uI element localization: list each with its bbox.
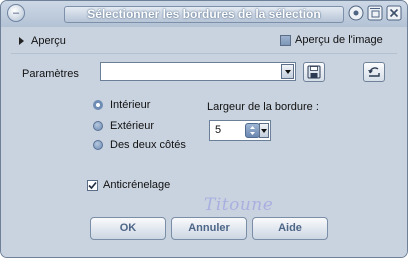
title-bar: – Sélectionner les bordures de la sélect… (1, 1, 407, 27)
radio-both-label: Des deux côtés (110, 139, 186, 151)
antialias-option[interactable]: Anticrénelage (87, 179, 170, 191)
cancel-button[interactable]: Annuler (171, 217, 247, 240)
border-width-value: 5 (215, 124, 222, 136)
ok-button[interactable]: OK (90, 217, 166, 240)
window-menu-button[interactable]: – (7, 4, 25, 22)
close-icon (386, 5, 402, 21)
border-width-stepper[interactable] (245, 123, 260, 138)
radio-both-sides[interactable]: Des deux côtés (93, 139, 186, 151)
image-preview-label: Aperçu de l'image (295, 34, 383, 46)
antialias-checkbox[interactable] (87, 179, 98, 191)
floppy-disk-icon (307, 65, 321, 79)
chevron-down-icon (284, 69, 291, 74)
image-preview-option[interactable]: Aperçu de l'image (280, 34, 383, 46)
chevron-down-icon (261, 128, 267, 133)
dialog-window: – Sélectionner les bordures de la sélect… (0, 0, 408, 258)
checkmark-icon (88, 181, 97, 189)
expand-arrow-icon (19, 37, 24, 45)
help-text-button[interactable]: Aide (252, 217, 328, 240)
window-title: Sélectionner les bordures de la sélectio… (64, 6, 344, 23)
radio-outside[interactable]: Extérieur (93, 120, 154, 132)
restore-button[interactable] (367, 5, 383, 21)
separator (11, 53, 397, 54)
border-width-field[interactable]: 5 (209, 120, 271, 141)
presets-dropdown[interactable] (100, 62, 296, 81)
window-menu-icon: – (12, 6, 20, 19)
reset-button[interactable] (363, 62, 385, 82)
image-preview-checkbox[interactable] (280, 34, 291, 46)
presets-label: Paramètres (22, 68, 79, 80)
help-button[interactable] (348, 5, 364, 21)
presets-dropdown-button[interactable] (281, 64, 294, 79)
close-button[interactable] (386, 5, 402, 21)
radio-inside[interactable]: Intérieur (93, 99, 150, 111)
watermark: Titoune (204, 195, 274, 215)
preview-toggle[interactable]: Aperçu (19, 34, 66, 48)
preview-label: Aperçu (31, 35, 66, 47)
border-width-dropdown-button[interactable] (259, 123, 269, 138)
radio-outside-label: Extérieur (110, 120, 155, 132)
border-width-label: Largeur de la bordure : (207, 101, 319, 113)
radio-button[interactable] (93, 140, 103, 150)
window-icon (367, 5, 383, 21)
save-preset-button[interactable] (303, 62, 325, 82)
help-circle-icon (348, 5, 364, 21)
radio-inside-label: Intérieur (110, 99, 151, 111)
up-down-arrows-icon (250, 126, 255, 135)
radio-button[interactable] (93, 121, 103, 131)
antialias-label: Anticrénelage (103, 179, 171, 191)
reset-arrow-icon (368, 67, 380, 77)
radio-button-selected[interactable] (93, 100, 103, 110)
